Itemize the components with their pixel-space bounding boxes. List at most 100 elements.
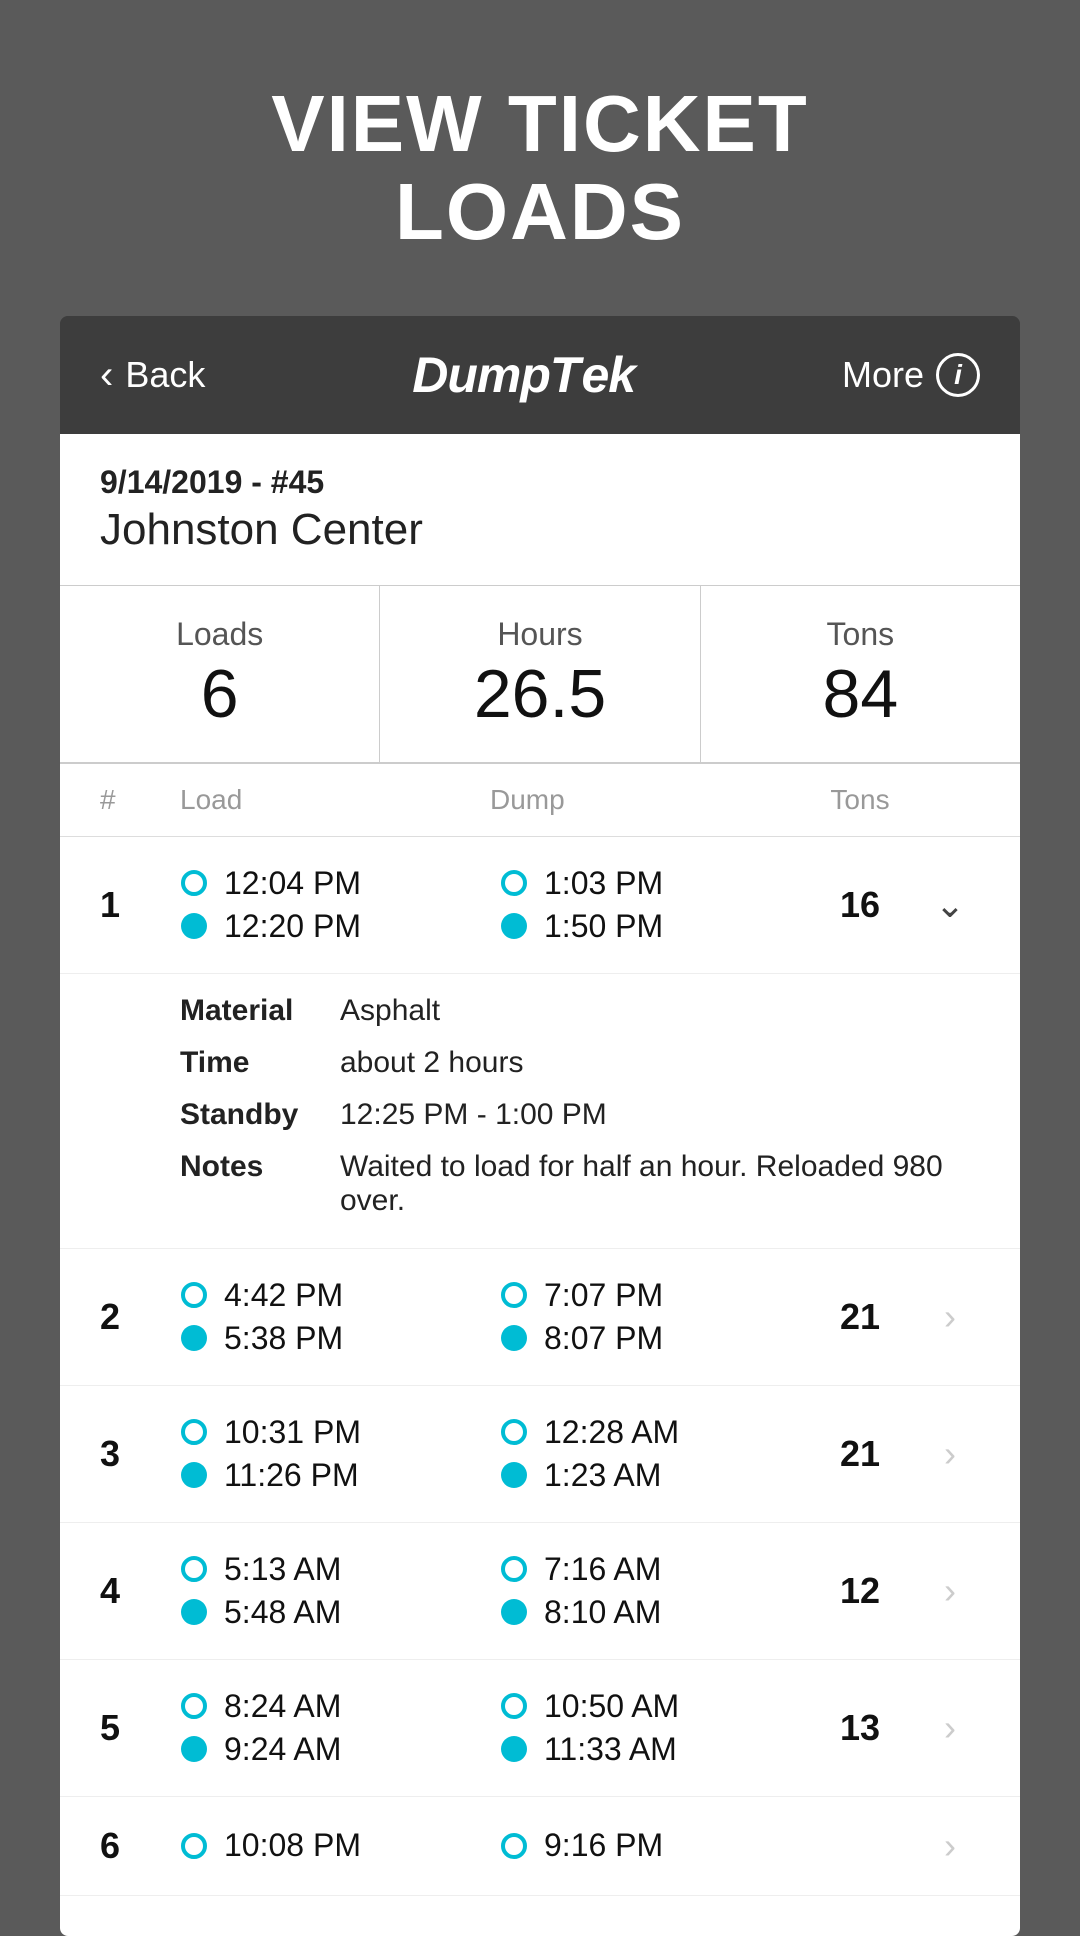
dump-time-col: 7:16 AM8:10 AM (480, 1551, 800, 1631)
dot-filled-icon (500, 1325, 528, 1351)
more-button[interactable]: More i (842, 353, 980, 397)
dump-time-bot: 11:33 AM (544, 1731, 677, 1768)
load-time-top: 4:42 PM (224, 1277, 343, 1314)
chevron-right-icon[interactable]: › (920, 1296, 980, 1338)
row-number: 1 (100, 884, 160, 926)
back-button[interactable]: ‹ Back (100, 353, 205, 398)
logo-text-3: ek (581, 346, 635, 404)
ticket-date: 9/14/2019 - #45 (100, 464, 980, 501)
chevron-right-icon[interactable]: › (920, 1707, 980, 1749)
load-time-top: 5:13 AM (224, 1551, 341, 1588)
dump-time-col: 12:28 AM1:23 AM (480, 1414, 800, 1494)
info-icon[interactable]: i (936, 353, 980, 397)
detail-row: Timeabout 2 hours (180, 1046, 980, 1080)
stat-tons: Tons 84 (701, 586, 1020, 762)
dot-filled-icon (500, 1736, 528, 1762)
chevron-right-icon[interactable]: › (920, 1433, 980, 1475)
load-time-bot: 9:24 AM (224, 1731, 341, 1768)
dot-filled-icon (180, 913, 208, 939)
dump-time-bot: 1:50 PM (544, 908, 663, 945)
load-time-top: 10:31 PM (224, 1414, 361, 1451)
dump-time-bot: 8:07 PM (544, 1320, 663, 1357)
dot-open-icon (180, 1282, 208, 1308)
detail-key: Standby (180, 1098, 340, 1132)
back-label: Back (125, 354, 205, 396)
load-time-col: 12:04 PM 12:20 PM (160, 865, 480, 945)
load-row[interactable]: 58:24 AM9:24 AM 10:50 AM 11:33 AM 13› (60, 1660, 1020, 1797)
stat-loads: Loads 6 (60, 586, 380, 762)
dot-open-icon (500, 1693, 528, 1719)
logo-text: Dump (412, 346, 550, 404)
stat-tons-label: Tons (721, 616, 1000, 653)
chevron-right-icon[interactable]: › (920, 1570, 980, 1612)
dot-open-icon (500, 1282, 528, 1308)
loads-list: 1 12:04 PM 12:20 PM 1:03 PM 1:50 PM 16⌄ Materi… (60, 837, 1020, 1896)
dump-time-top: 9:16 PM (544, 1827, 663, 1864)
ticket-name: Johnston Center (100, 505, 980, 555)
dot-filled-icon (180, 1325, 208, 1351)
stat-hours-value: 26.5 (400, 657, 679, 732)
dot-open-icon (180, 1556, 208, 1582)
col-header-dump: Dump (490, 784, 800, 816)
load-row[interactable]: 310:31 PM11:26 PM12:28 AM1:23 AM21› (60, 1386, 1020, 1523)
load-row[interactable]: 610:08 PM9:16 PM› (60, 1797, 1020, 1896)
ticket-info: 9/14/2019 - #45 Johnston Center (60, 434, 1020, 586)
detail-value: 12:25 PM - 1:00 PM (340, 1098, 980, 1132)
dump-time-col: 9:16 PM (480, 1827, 800, 1864)
stat-loads-label: Loads (80, 616, 359, 653)
dump-time-col: 7:07 PM 8:07 PM (480, 1277, 800, 1357)
page-header: VIEW TICKET LOADS (0, 0, 1080, 316)
dump-time-col: 1:03 PM 1:50 PM (480, 865, 800, 945)
tons-value: 16 (800, 884, 920, 926)
dot-open-icon (180, 1833, 208, 1859)
row-number: 5 (100, 1707, 160, 1749)
dot-filled-icon (500, 913, 528, 939)
load-time-col: 8:24 AM9:24 AM (160, 1688, 480, 1768)
tons-value: 13 (800, 1707, 920, 1749)
dump-time-top: 1:03 PM (544, 865, 663, 902)
load-row[interactable]: 1 12:04 PM 12:20 PM 1:03 PM 1:50 PM 16⌄ Materi… (60, 837, 1020, 1249)
tons-value: 21 (800, 1296, 920, 1338)
app-logo: DumpTek (412, 346, 635, 404)
chevron-right-icon[interactable]: › (920, 1825, 980, 1867)
row-number: 4 (100, 1570, 160, 1612)
dot-filled-icon (500, 1599, 528, 1625)
row-number: 2 (100, 1296, 160, 1338)
detail-key: Material (180, 994, 340, 1028)
load-time-bot: 5:38 PM (224, 1320, 343, 1357)
stat-loads-value: 6 (80, 657, 359, 732)
load-time-bot: 5:48 AM (224, 1594, 341, 1631)
dump-time-top: 7:07 PM (544, 1277, 663, 1314)
dump-time-col: 10:50 AM 11:33 AM (480, 1688, 800, 1768)
page-title: VIEW TICKET LOADS (40, 80, 1040, 256)
dot-open-icon (500, 1556, 528, 1582)
load-row[interactable]: 2 4:42 PM 5:38 PM 7:07 PM 8:07 PM 21› (60, 1249, 1020, 1386)
stat-tons-value: 84 (721, 657, 1000, 732)
app-container: ‹ Back DumpTek More i 9/14/2019 - #45 Jo… (60, 316, 1020, 1936)
detail-row: MaterialAsphalt (180, 994, 980, 1028)
detail-row: Standby12:25 PM - 1:00 PM (180, 1098, 980, 1132)
stat-hours-label: Hours (400, 616, 679, 653)
load-time-bot: 11:26 PM (224, 1457, 359, 1494)
dot-open-icon (180, 870, 208, 896)
stat-hours: Hours 26.5 (380, 586, 700, 762)
dot-open-icon (180, 1693, 208, 1719)
dump-time-top: 10:50 AM (544, 1688, 679, 1725)
dump-time-top: 7:16 AM (544, 1551, 661, 1588)
detail-value: Asphalt (340, 994, 980, 1028)
detail-value: Waited to load for half an hour. Reloade… (340, 1150, 980, 1218)
load-time-top: 10:08 PM (224, 1827, 361, 1864)
detail-key: Notes (180, 1150, 340, 1218)
load-row[interactable]: 45:13 AM5:48 AM7:16 AM8:10 AM12› (60, 1523, 1020, 1660)
dot-filled-icon (180, 1599, 208, 1625)
more-label: More (842, 354, 924, 396)
stats-row: Loads 6 Hours 26.5 Tons 84 (60, 586, 1020, 764)
dot-open-icon (500, 870, 528, 896)
detail-value: about 2 hours (340, 1046, 980, 1080)
dump-time-bot: 1:23 AM (544, 1457, 661, 1494)
chevron-down-icon[interactable]: ⌄ (920, 884, 980, 926)
back-chevron-icon: ‹ (100, 353, 113, 398)
load-time-bot: 12:20 PM (224, 908, 361, 945)
bottom-spacer (60, 1896, 1020, 1936)
load-time-top: 12:04 PM (224, 865, 361, 902)
